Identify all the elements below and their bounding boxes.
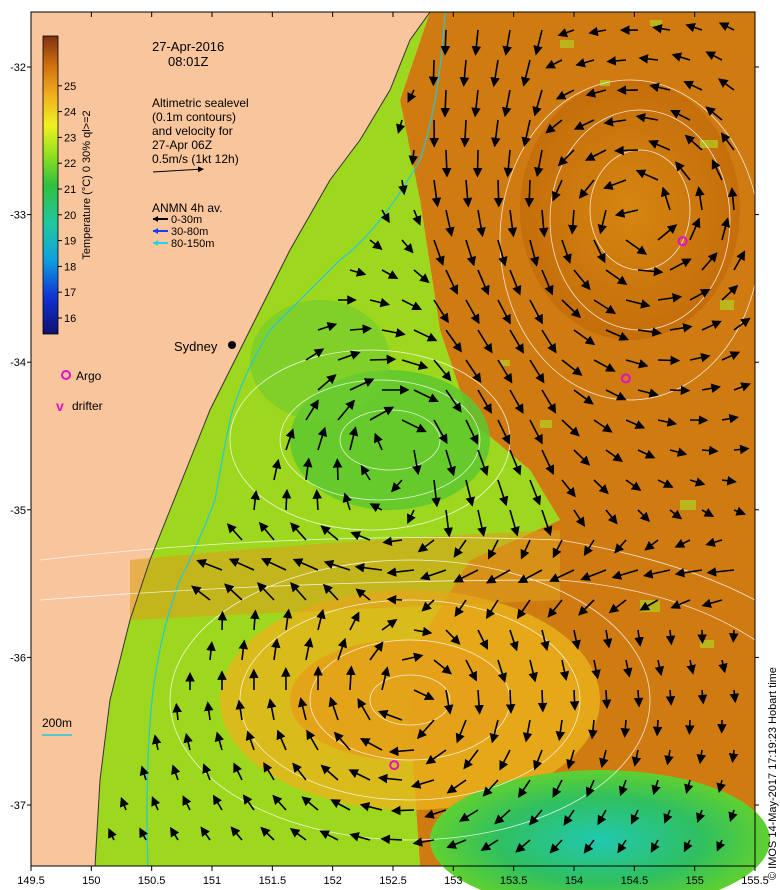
green-patch (250, 300, 390, 420)
colorbar-tick-label: 19 (64, 236, 76, 248)
velocity-arrow (633, 689, 644, 708)
date-text: 27-Apr-2016 (152, 39, 224, 54)
velocity-arrow (665, 689, 676, 706)
y-tick-label: -36 (10, 652, 26, 664)
colorbar-tick-label: 24 (64, 107, 76, 119)
x-tick-label: 153.5 (500, 875, 528, 887)
y-tick-label: -33 (10, 210, 26, 222)
velocity-arrow (428, 59, 439, 87)
sst-map: Sydney 149.5 150 150.5 151 151.5 152 152.5 153 1… (10, 11, 779, 890)
velocity-arrow (569, 689, 580, 711)
anmn-title: ANMN 4h av. (152, 201, 222, 215)
sydney-marker (228, 341, 236, 349)
velocity-arrow (524, 179, 535, 208)
velocity-arrow (657, 355, 681, 366)
velocity-arrow (332, 458, 343, 481)
x-tick-label: 151.5 (259, 875, 287, 887)
x-tick-label: 152 (323, 875, 341, 887)
x-tick-label: 154.5 (621, 875, 649, 887)
credit-text: © IMOS 14-May-2017 17:19:23 Hobart time (767, 667, 779, 880)
anmn-item-label: 0-30m (171, 214, 202, 226)
velocity-arrow (390, 805, 415, 816)
drifter-legend-icon: v (56, 398, 64, 414)
colorbar-tick-label: 25 (64, 81, 76, 93)
x-tick-label: 155 (685, 875, 703, 887)
velocity-arrow (728, 629, 739, 643)
colorbar-tick-label: 23 (64, 132, 76, 144)
y-tick-label: -37 (10, 800, 26, 812)
velocity-arrow (217, 610, 228, 631)
velocity-arrow (505, 689, 516, 714)
velocity-arrow (684, 719, 695, 735)
velocity-arrow (281, 488, 292, 511)
velocity-arrow (386, 594, 403, 605)
colorbar-tick-label: 18 (64, 261, 76, 273)
altimetry-line-4: 27-Apr 06Z (152, 138, 212, 152)
velocity-arrow (614, 145, 639, 156)
velocity-arrow (601, 689, 612, 710)
drifter-legend-label: drifter (72, 399, 103, 413)
x-tick-label: 154 (565, 875, 583, 887)
colorbar-label: Temperature (°C) 0 30% ql>=2 (81, 110, 93, 259)
colorbar-tick-label: 21 (64, 184, 76, 196)
velocity-arrow (652, 719, 663, 737)
x-tick-label: 150 (82, 875, 100, 887)
plot-area (31, 11, 770, 890)
velocity-arrow (537, 689, 548, 713)
argo-legend-label: Argo (76, 369, 102, 383)
altimetry-line-2: (0.1m contours) (152, 110, 236, 124)
colorbar-gradient (42, 35, 59, 335)
velocity-arrow (669, 385, 691, 396)
y-tick-label: -34 (10, 357, 26, 369)
time-text: 08:01Z (168, 54, 209, 69)
southern-eddy-core (290, 640, 510, 760)
x-tick-label: 155.5 (741, 875, 769, 887)
altimetry-line-3: and velocity for (152, 124, 233, 138)
velocity-arrow (440, 29, 451, 56)
x-tick-label: 151 (203, 875, 221, 887)
isobath-label: 200m (42, 716, 72, 730)
x-tick-label: 150.5 (138, 875, 166, 887)
x-tick-label: 153 (444, 875, 462, 887)
velocity-arrow (441, 149, 452, 178)
x-tick-label: 149.5 (17, 875, 45, 887)
y-tick-label: -35 (10, 505, 26, 517)
altimetry-line-1: Altimetric sealevel (152, 96, 249, 110)
x-tick-label: 152.5 (379, 875, 407, 887)
velocity-arrow (493, 179, 504, 208)
city-label: Sydney (174, 339, 218, 354)
altimetry-line-5: 0.5m/s (1kt 12h) (152, 152, 239, 166)
velocity-arrow (380, 834, 403, 845)
y-tick-label: -32 (10, 62, 26, 74)
anmn-item-label: 30-80m (171, 226, 208, 238)
colorbar-tick-label: 16 (64, 313, 76, 325)
colorbar-tick-label: 22 (64, 158, 76, 170)
velocity-arrow (440, 89, 451, 118)
velocity-arrow (472, 149, 483, 178)
velocity-arrow (369, 354, 397, 365)
colorbar-tick-label: 20 (64, 210, 76, 222)
anmn-item-label: 80-150m (171, 238, 214, 250)
colorbar-tick-label: 17 (64, 287, 76, 299)
